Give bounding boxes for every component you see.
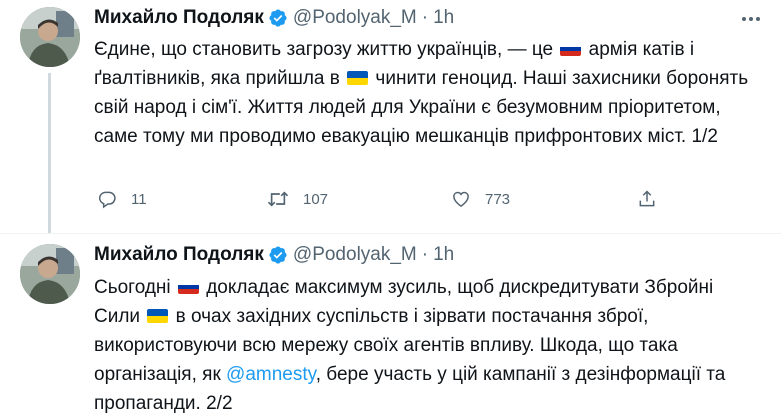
tweet-2[interactable]: Михайло Подоляк @Podolyak_M · 1h Сьогодн… xyxy=(0,233,781,414)
author-handle[interactable]: @Podolyak_M xyxy=(293,7,417,29)
like-button[interactable]: 773 xyxy=(451,182,510,216)
ukraine-flag-emoji xyxy=(347,71,369,85)
verified-badge-icon xyxy=(268,8,288,28)
like-count: 773 xyxy=(485,190,511,208)
thread-connector-line xyxy=(48,73,51,233)
reply-count: 11 xyxy=(131,190,147,208)
ukraine-flag-emoji xyxy=(147,309,169,323)
reply-icon xyxy=(97,189,117,209)
heart-icon xyxy=(451,189,471,209)
reply-button[interactable]: 11 xyxy=(97,182,147,216)
retweet-button[interactable]: 107 xyxy=(267,182,328,216)
avatar[interactable] xyxy=(20,244,80,304)
tweet-header: Михайло Подоляк @Podolyak_M · 1h xyxy=(94,6,454,30)
retweet-icon xyxy=(267,189,289,209)
author-name[interactable]: Михайло Подоляк xyxy=(94,244,264,266)
tweet-text-part: Сьогодні xyxy=(94,277,176,298)
author-name[interactable]: Михайло Подоляк xyxy=(94,7,264,29)
russia-flag-emoji xyxy=(177,280,199,294)
tweet-actions: 11 107 773 xyxy=(97,182,717,216)
tweet-timestamp[interactable]: 1h xyxy=(433,7,454,29)
mention-link[interactable]: @amnesty xyxy=(226,364,316,385)
share-button[interactable] xyxy=(637,182,657,216)
tweet-text: Єдине, що становить загрозу життю україн… xyxy=(94,35,764,151)
russia-flag-emoji xyxy=(560,42,582,56)
verified-badge-icon xyxy=(268,245,288,265)
tweet-1[interactable]: Михайло Подоляк @Podolyak_M · 1h Єдине, … xyxy=(0,0,781,233)
tweet-text: Сьогодні докладає максимум зусиль, щоб д… xyxy=(94,273,764,418)
avatar[interactable] xyxy=(20,7,80,67)
retweet-count: 107 xyxy=(303,190,329,208)
tweet-text-part: Єдине, що становить загрозу життю україн… xyxy=(94,39,559,60)
tweet-header: Михайло Подоляк @Podolyak_M · 1h xyxy=(94,243,454,267)
more-options-icon[interactable] xyxy=(739,9,763,29)
tweet-timestamp[interactable]: 1h xyxy=(433,244,454,266)
separator-dot: · xyxy=(421,244,429,265)
share-icon xyxy=(637,189,657,209)
separator-dot: · xyxy=(421,7,429,28)
author-handle[interactable]: @Podolyak_M xyxy=(293,244,417,266)
